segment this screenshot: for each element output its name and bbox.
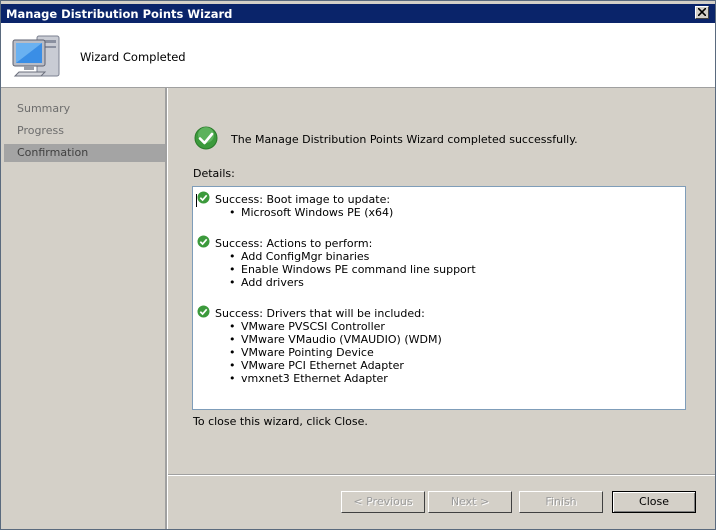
success-check-icon (194, 126, 218, 150)
nav-item-summary[interactable]: Summary (4, 100, 165, 118)
section-heading: Success: Drivers that will be included: (215, 307, 425, 320)
close-button[interactable]: Close (612, 491, 696, 513)
success-message: The Manage Distribution Points Wizard co… (231, 133, 578, 146)
success-check-icon (197, 305, 210, 318)
details-textbox[interactable]: Success: Boot image to update: • Microsof… (192, 186, 686, 410)
list-item: • VMware Pointing Device (229, 346, 374, 359)
list-item: • VMware VMaudio (VMAUDIO) (WDM) (229, 333, 442, 346)
details-label: Details: (193, 167, 235, 180)
wizard-header: Wizard Completed (1, 23, 715, 88)
nav-item-progress[interactable]: Progress (4, 122, 165, 140)
next-button[interactable]: Next > (428, 491, 512, 513)
wizard-nav: Summary Progress Confirmation (4, 88, 165, 529)
list-item: • VMware PCI Ethernet Adapter (229, 359, 404, 372)
window-title: Manage Distribution Points Wizard (6, 7, 233, 21)
section-heading: Success: Actions to perform: (215, 237, 373, 250)
finish-button[interactable]: Finish (519, 491, 603, 513)
list-item: • Microsoft Windows PE (x64) (229, 206, 394, 219)
list-item: • Add ConfigMgr binaries (229, 250, 370, 263)
list-item: • Enable Windows PE command line support (229, 263, 476, 276)
close-icon (698, 8, 706, 16)
title-bar[interactable]: Manage Distribution Points Wizard (1, 4, 715, 23)
list-item: • vmxnet3 Ethernet Adapter (229, 372, 388, 385)
main-content: The Manage Distribution Points Wizard co… (168, 88, 715, 529)
previous-button[interactable]: < Previous (341, 491, 425, 513)
computer-icon (12, 35, 60, 77)
button-bar-divider (168, 474, 715, 476)
section-heading: Success: Boot image to update: (215, 193, 391, 206)
list-item: • VMware PVSCSI Controller (229, 320, 385, 333)
wizard-window: Manage Distribution Points Wizard Wizard… (0, 0, 716, 530)
close-window-button[interactable] (695, 6, 709, 19)
page-title: Wizard Completed (80, 50, 186, 64)
success-check-icon (197, 191, 210, 204)
list-item: • Add drivers (229, 276, 304, 289)
close-hint-text: To close this wizard, click Close. (193, 415, 368, 428)
nav-item-confirmation[interactable]: Confirmation (4, 144, 165, 162)
success-check-icon (197, 235, 210, 248)
